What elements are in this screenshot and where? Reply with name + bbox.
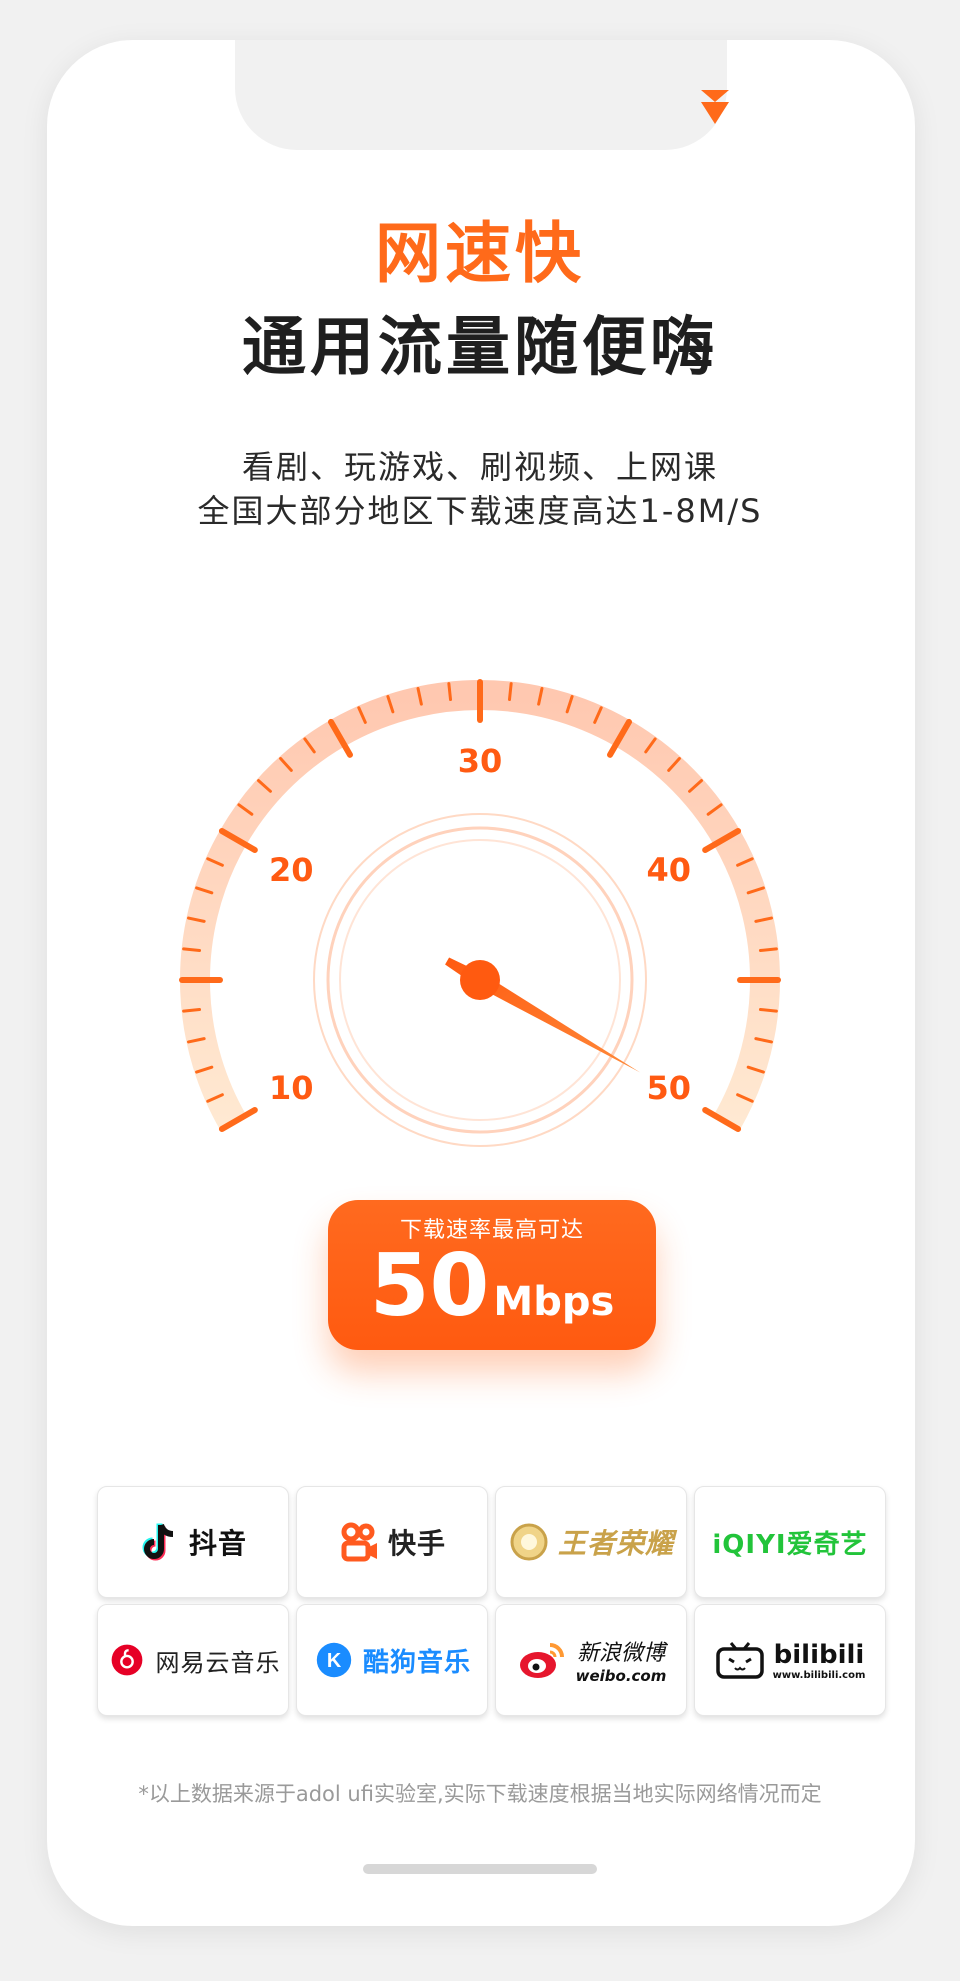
speed-unit: Mbps [493, 1279, 615, 1325]
footnote: *以上数据来源于adol ufi实验室,实际下载速度根据当地实际网络情况而定 [138, 1782, 822, 1806]
svg-text:K: K [327, 1650, 342, 1672]
app-label: 王者荣耀 [557, 1527, 674, 1560]
app-label: 酷狗音乐 [362, 1647, 471, 1678]
app-sublabel: www.bilibili.com [772, 1669, 866, 1681]
kugou-icon: K [313, 1639, 355, 1681]
app-label: 抖音 [188, 1527, 247, 1560]
honor-of-kings-icon [508, 1521, 550, 1563]
speed-card: 下载速率最高可达 50 Mbps [328, 1200, 656, 1350]
bilibili-icon [715, 1639, 765, 1681]
douyin-icon [139, 1521, 181, 1563]
app-label: bilibili [773, 1639, 865, 1670]
app-tile-weibo[interactable]: 新浪微博 weibo.com [495, 1604, 687, 1716]
weibo-wordmark: 新浪微博 weibo.com [576, 1635, 667, 1685]
app-tile-kugou[interactable]: K 酷狗音乐 [296, 1604, 488, 1716]
app-tile-douyin[interactable]: 抖音 [97, 1486, 289, 1598]
headline-main: 通用流量随便嗨 [242, 311, 718, 385]
phone-notch [235, 40, 729, 150]
weibo-icon [516, 1639, 568, 1681]
kuaishou-icon [338, 1521, 380, 1563]
gauge-label: 40 [646, 851, 692, 889]
app-sublabel: weibo.com [575, 1667, 667, 1685]
subtitle-line-2: 全国大部分地区下载速度高达1-8M/S [197, 492, 763, 530]
netease-music-icon [106, 1639, 148, 1681]
app-tile-honor-of-kings[interactable]: 王者荣耀 [495, 1486, 687, 1598]
headline-accent: 网速快 [375, 215, 585, 292]
app-label: 新浪微博 [576, 1641, 665, 1666]
speed-number: 50 [369, 1236, 490, 1336]
bilibili-wordmark: bilibili www.bilibili.com [773, 1640, 866, 1681]
app-label: iQIYI爱奇艺 [712, 1529, 868, 1560]
app-label: 网易云音乐 [155, 1648, 281, 1677]
app-tile-netease-music[interactable]: 网易云音乐 [97, 1604, 289, 1716]
app-tile-kuaishou[interactable]: 快手 [296, 1486, 488, 1598]
app-tile-iqiyi[interactable]: iQIYI爱奇艺 [694, 1486, 886, 1598]
app-tile-bilibili[interactable]: bilibili www.bilibili.com [694, 1604, 886, 1716]
app-grid: 抖音 快手 王者荣耀 iQIYI爱奇艺 网易云音乐 K 酷狗音乐 新浪微博 we… [97, 1486, 887, 1716]
home-indicator [363, 1864, 597, 1874]
gauge-label: 50 [646, 1069, 692, 1107]
gauge-label: 30 [457, 742, 503, 780]
down-arrow-icon [701, 90, 729, 124]
app-label: 快手 [387, 1527, 446, 1560]
gauge-label: 10 [268, 1069, 314, 1107]
subtitle-line-1: 看剧、玩游戏、刷视频、上网课 [241, 448, 718, 486]
gauge-label: 20 [268, 851, 314, 889]
speed-value: 50 Mbps [328, 1236, 656, 1352]
